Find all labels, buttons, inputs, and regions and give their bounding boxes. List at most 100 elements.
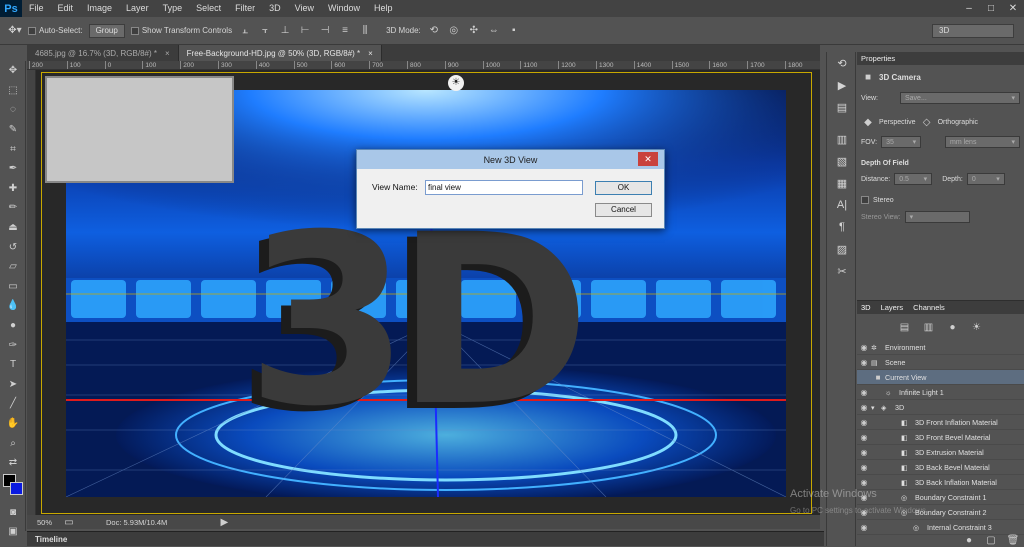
view-dropdown[interactable]: Save... ▾ xyxy=(900,92,1020,104)
gradient-icon[interactable]: ▭ xyxy=(0,277,26,297)
scale-icon[interactable]: ▪ xyxy=(507,24,521,38)
roll-icon[interactable]: ◎ xyxy=(447,24,461,38)
eyedropper-icon[interactable]: ✒ xyxy=(0,159,26,179)
list-item[interactable]: ◉ ◧ 3D Front Inflation Material xyxy=(857,415,1024,430)
list-item[interactable]: ◉ ◧ 3D Back Inflation Material xyxy=(857,475,1024,490)
eye-icon[interactable]: ◉ xyxy=(857,358,871,367)
zoom-icon[interactable]: ⌕ xyxy=(0,433,26,453)
menu-type[interactable]: Type xyxy=(156,0,190,17)
perspective-icon[interactable]: ◆ xyxy=(861,115,875,129)
light-icon[interactable]: ☀ xyxy=(448,75,464,91)
stamp-icon[interactable]: ⏏ xyxy=(0,218,26,238)
move-icon[interactable]: ✥ xyxy=(0,61,26,81)
fov-input[interactable]: 35 ▾ xyxy=(881,136,922,148)
chevron-down-icon[interactable]: ▾ xyxy=(871,403,881,412)
tab-channels[interactable]: Channels xyxy=(913,303,945,312)
list-item[interactable]: ◉ ✲ Environment xyxy=(857,340,1024,355)
pen-icon[interactable]: ✑ xyxy=(0,335,26,355)
tab-free-background[interactable]: Free-Background-HD.jpg @ 50% (3D, RGB/8#… xyxy=(178,45,382,61)
move-tool-icon[interactable]: ✥▾ xyxy=(8,24,22,38)
menu-help[interactable]: Help xyxy=(367,0,400,17)
align-middle-icon[interactable]: ⫟ xyxy=(258,24,272,38)
blur-icon[interactable]: 💧 xyxy=(0,296,26,316)
eye-icon[interactable]: ◉ xyxy=(857,523,871,532)
character-icon[interactable]: A| xyxy=(827,194,857,216)
align-bottom-icon[interactable]: ⊥ xyxy=(278,24,292,38)
trash-icon[interactable]: 🗑 xyxy=(1006,533,1020,547)
align-left-icon[interactable]: ⊢ xyxy=(298,24,312,38)
tab-4685[interactable]: 4685.jpg @ 16.7% (3D, RGB/8#) * × xyxy=(27,45,179,61)
paragraph-icon[interactable]: ¶ xyxy=(827,216,857,238)
maximize-button[interactable]: □ xyxy=(980,3,1002,14)
quick-mask-icon[interactable]: ◙ xyxy=(0,502,26,522)
color-swatches[interactable] xyxy=(0,472,26,502)
auto-select-dropdown[interactable]: Group xyxy=(88,23,125,38)
menu-edit[interactable]: Edit xyxy=(51,0,81,17)
align-center-icon[interactable]: ⊣ xyxy=(318,24,332,38)
actions-icon[interactable]: ▶ xyxy=(827,74,857,96)
eye-icon[interactable]: ◉ xyxy=(857,448,871,457)
eye-icon[interactable]: ◉ xyxy=(857,343,871,352)
ok-button[interactable]: OK xyxy=(595,181,652,195)
eye-icon[interactable]: ◉ xyxy=(857,418,871,427)
layer-comps-icon[interactable]: ▤ xyxy=(827,96,857,118)
depth-input[interactable]: 0 ▾ xyxy=(966,173,1005,185)
adjust-icon[interactable]: ▥ xyxy=(827,128,857,150)
type-icon[interactable]: T xyxy=(0,355,26,375)
distribute-icon[interactable]: ≡ xyxy=(338,24,352,38)
distance-input[interactable]: 0.5 ▾ xyxy=(894,173,933,185)
dodge-icon[interactable]: ● xyxy=(0,316,26,336)
orthographic-icon[interactable]: ◇ xyxy=(920,115,934,129)
materials-icon[interactable]: ● xyxy=(946,320,960,334)
new-icon[interactable]: ▢ xyxy=(984,533,998,547)
line-icon[interactable]: ╱ xyxy=(0,394,26,414)
timeline-panel[interactable]: Timeline xyxy=(27,531,824,546)
tab-layers[interactable]: Layers xyxy=(881,303,904,312)
lights-icon[interactable]: ☀ xyxy=(970,320,984,334)
menu-window[interactable]: Window xyxy=(321,0,367,17)
eye-icon[interactable]: ◉ xyxy=(857,403,871,412)
stereo-view-dropdown[interactable]: ▾ xyxy=(904,211,970,223)
lasso-icon[interactable]: ◌ xyxy=(0,100,26,120)
menu-view[interactable]: View xyxy=(288,0,321,17)
menu-image[interactable]: Image xyxy=(80,0,119,17)
meshes-icon[interactable]: ▥ xyxy=(922,320,936,334)
drag-icon[interactable]: ✣ xyxy=(467,24,481,38)
properties-title[interactable]: Properties xyxy=(857,52,1024,65)
eye-icon[interactable]: ◉ xyxy=(857,433,871,442)
history-icon[interactable]: ⟲ xyxy=(827,52,857,74)
eye-icon[interactable]: ◉ xyxy=(857,478,871,487)
swap-colors-icon[interactable]: ⇄ xyxy=(0,453,26,473)
dialog-close-button[interactable]: ✕ xyxy=(638,152,658,166)
list-item[interactable]: ◉ ☼ Infinite Light 1 xyxy=(857,385,1024,400)
auto-select-checkbox[interactable] xyxy=(28,26,36,35)
list-item[interactable]: ◉ ◧ 3D Back Bevel Material xyxy=(857,460,1024,475)
distribute-h-icon[interactable]: ⫼ xyxy=(358,24,372,38)
close-button[interactable]: ✕ xyxy=(1002,3,1024,14)
whole-scene-icon[interactable]: ▤ xyxy=(898,320,912,334)
hand-icon[interactable]: ✋ xyxy=(0,414,26,434)
list-item[interactable]: ■ Current View xyxy=(857,370,1024,385)
eye-icon[interactable]: ◉ xyxy=(857,463,871,472)
screen-mode-icon[interactable]: ▣ xyxy=(0,522,26,542)
brush-presets-icon[interactable]: ▧ xyxy=(827,150,857,172)
list-item[interactable]: ◉ ▾ ◈ 3D xyxy=(857,400,1024,415)
history-brush-icon[interactable]: ↺ xyxy=(0,237,26,257)
zoom-level[interactable]: 50% xyxy=(37,518,52,527)
cancel-button[interactable]: Cancel xyxy=(595,203,652,217)
swatches-icon[interactable]: ▦ xyxy=(827,172,857,194)
orbit-icon[interactable]: ⟲ xyxy=(427,24,441,38)
close-tab-icon[interactable]: × xyxy=(368,49,373,58)
crop-icon[interactable]: ⌗ xyxy=(0,139,26,159)
list-item[interactable]: ◉ ◧ 3D Extrusion Material xyxy=(857,445,1024,460)
render-icon[interactable]: ● xyxy=(962,533,976,547)
list-item[interactable]: ◉ ◎ Internal Constraint 3 xyxy=(857,520,1024,535)
styles-icon[interactable]: ▨ xyxy=(827,238,857,260)
menu-file[interactable]: File xyxy=(22,0,51,17)
tab-3d[interactable]: 3D xyxy=(861,303,871,312)
brush-icon[interactable]: ✏ xyxy=(0,198,26,218)
menu-layer[interactable]: Layer xyxy=(119,0,156,17)
marquee-icon[interactable]: ⬚ xyxy=(0,81,26,101)
path-select-icon[interactable]: ➤ xyxy=(0,375,26,395)
tool-presets-icon[interactable]: ✂ xyxy=(827,260,857,282)
